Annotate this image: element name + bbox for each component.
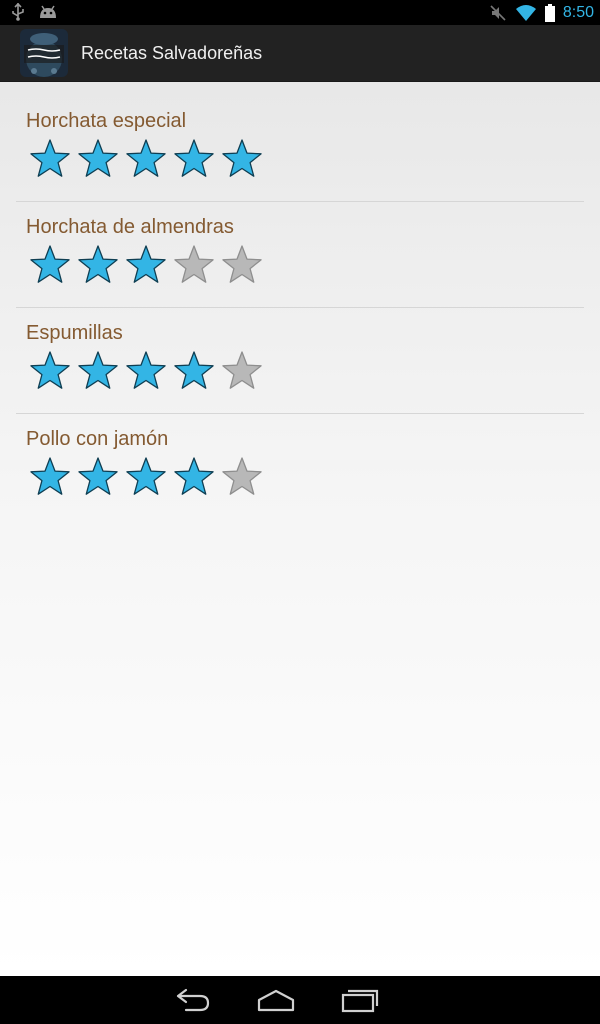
android-icon [40, 5, 56, 18]
app-title: Recetas Salvadoreñas [81, 42, 263, 63]
mute-icon [490, 4, 506, 21]
recent-apps-icon[interactable] [340, 986, 380, 1014]
action-bar: Recetas Salvadoreñas [0, 25, 600, 82]
recipe-name: Horchata de almendras [26, 216, 234, 238]
star-filled-icon [174, 351, 214, 389]
rating-stars [28, 138, 264, 180]
back-icon[interactable] [172, 986, 212, 1014]
status-bar: 8:50 [0, 0, 600, 25]
home-icon[interactable] [256, 986, 296, 1014]
star-filled-icon [174, 457, 214, 495]
recipe-item[interactable]: Horchata de almendras [16, 202, 584, 308]
recipe-list-container: Horchata especial Horchata de almendras … [0, 82, 600, 976]
recipe-name: Espumillas [26, 322, 123, 344]
recipe-name: Horchata especial [26, 110, 187, 132]
star-filled-icon [78, 139, 118, 177]
star-filled-icon [126, 245, 166, 283]
star-empty-icon [222, 245, 262, 283]
star-filled-icon [126, 457, 166, 495]
rating-stars [28, 456, 264, 498]
star-filled-icon [222, 139, 262, 177]
star-filled-icon [174, 139, 214, 177]
recipe-item[interactable]: Espumillas [16, 308, 584, 414]
star-filled-icon [30, 245, 70, 283]
recipe-item[interactable]: Pollo con jamón [16, 414, 584, 519]
star-filled-icon [30, 457, 70, 495]
recipe-list: Horchata especial Horchata de almendras … [16, 96, 584, 519]
app-logo-icon[interactable] [20, 29, 68, 77]
rating-stars [28, 350, 264, 392]
usb-icon [12, 3, 24, 21]
wifi-icon [515, 4, 536, 21]
star-filled-icon [126, 139, 166, 177]
recipe-name: Pollo con jamón [26, 428, 169, 450]
star-filled-icon [78, 457, 118, 495]
star-empty-icon [222, 457, 262, 495]
star-empty-icon [222, 351, 262, 389]
star-filled-icon [126, 351, 166, 389]
battery-icon [544, 3, 555, 22]
rating-stars [28, 244, 264, 286]
star-filled-icon [30, 351, 70, 389]
status-time: 8:50 [562, 4, 594, 21]
navigation-bar [0, 976, 600, 1024]
star-filled-icon [78, 351, 118, 389]
recipe-item[interactable]: Horchata especial [16, 96, 584, 202]
star-empty-icon [174, 245, 214, 283]
star-filled-icon [30, 139, 70, 177]
star-filled-icon [78, 245, 118, 283]
